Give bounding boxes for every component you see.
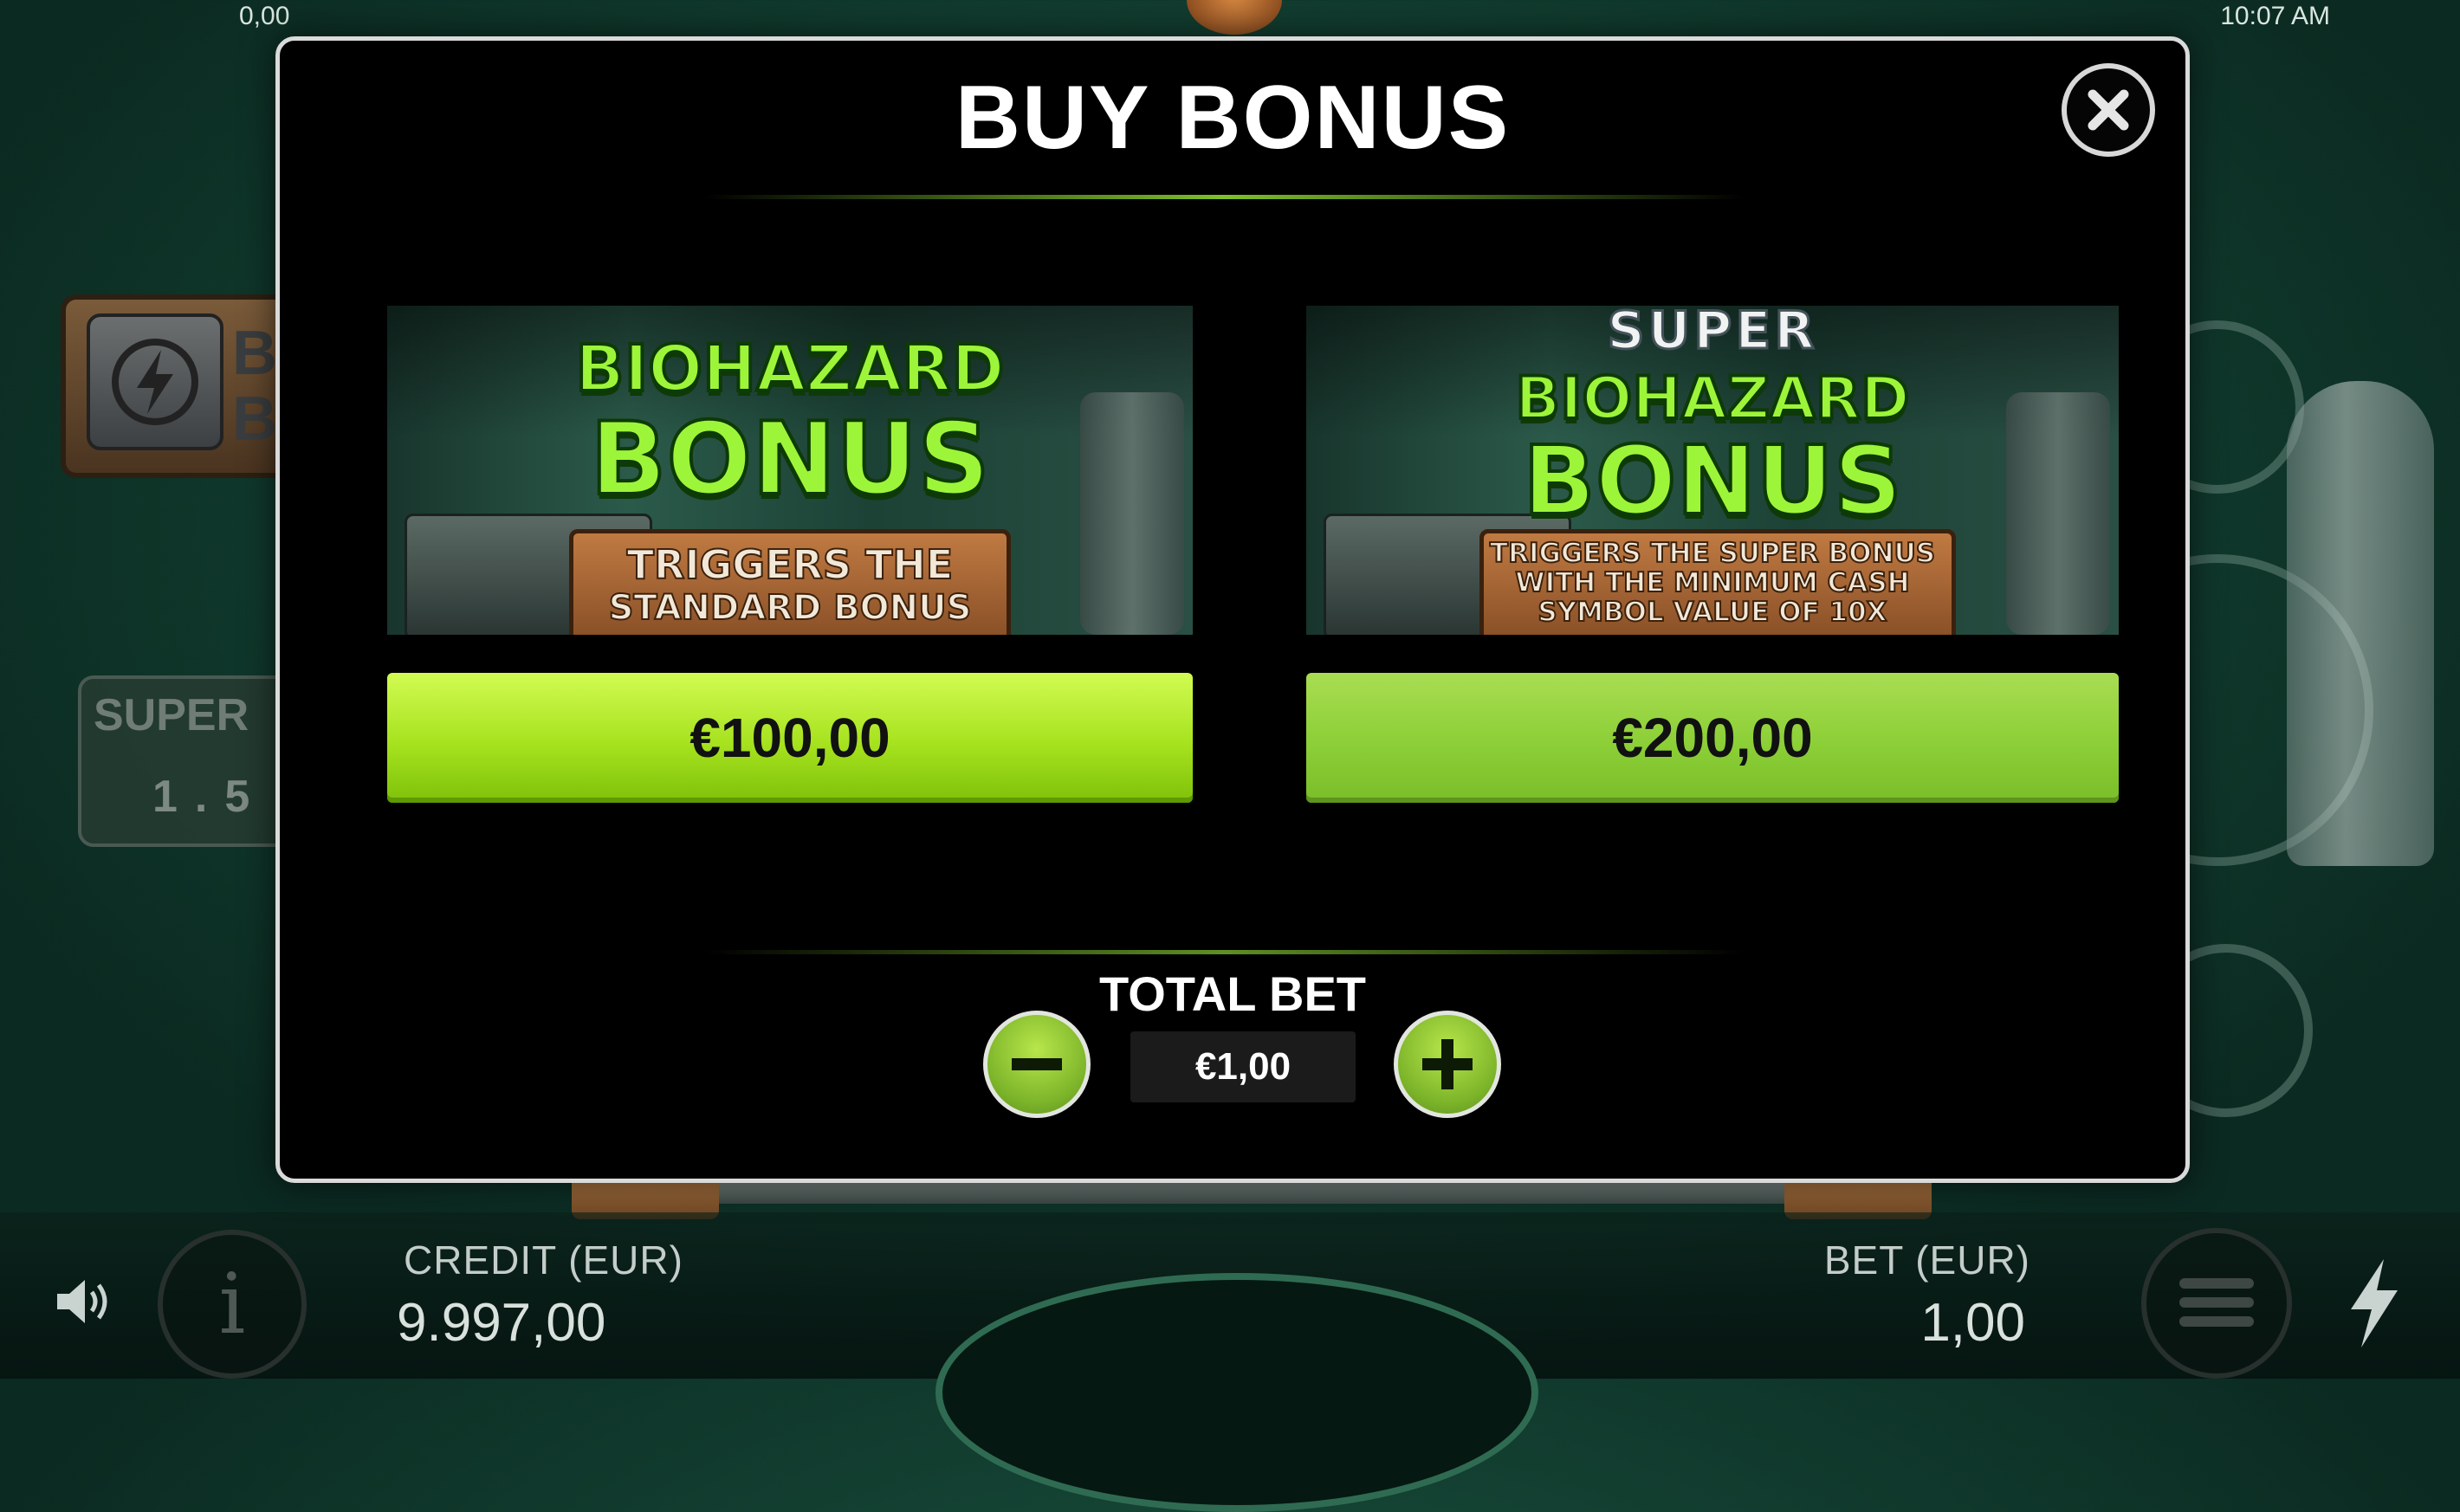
decrease-bet-button[interactable] <box>983 1011 1091 1118</box>
art-subtitle-line: TRIGGERS THE SUPER BONUS <box>1489 537 1936 570</box>
plus-icon <box>1422 1039 1473 1089</box>
increase-bet-button[interactable] <box>1394 1011 1501 1118</box>
total-bet-label: TOTAL BET <box>1099 966 1366 1021</box>
art-subtitle-line: WITH THE MINIMUM CASH <box>1514 566 1910 599</box>
total-bet-value: €1,00 <box>1130 1031 1356 1102</box>
status-win-value: 0,00 <box>239 2 290 30</box>
bonus-option-standard: BIOHAZARD BONUS TRIGGERS THE STANDARD BO… <box>387 306 1193 803</box>
credit-label: CREDIT (EUR) <box>404 1237 683 1283</box>
bg-metal-strip <box>710 1179 1784 1204</box>
top-status-bar: 0,00 10:07 AM <box>0 0 2460 35</box>
bonus-art-super: SUPER BIOHAZARD BONUS TRIGGERS THE SUPER… <box>1306 306 2119 635</box>
minus-icon <box>1012 1058 1062 1070</box>
bg-super-value: 1.5 <box>152 772 268 822</box>
buy-bonus-modal: BUY BONUS BIOHAZARD BONUS TRIGGERS THE S… <box>275 36 2190 1183</box>
buy-standard-bonus-button[interactable]: €100,00 <box>387 673 1193 803</box>
menu-bar <box>2179 1316 2254 1327</box>
art-title-biohazard: BIOHAZARD <box>1513 363 1911 435</box>
close-icon <box>2088 89 2129 131</box>
title-divider <box>704 195 1744 199</box>
bonus-option-super: SUPER BIOHAZARD BONUS TRIGGERS THE SUPER… <box>1306 306 2119 803</box>
menu-bar <box>2179 1297 2254 1308</box>
art-title-biohazard: BIOHAZARD <box>573 330 1006 408</box>
bet-label: BET (EUR) <box>1823 1237 2030 1283</box>
sound-icon[interactable] <box>52 1271 113 1332</box>
turbo-bolt-icon[interactable] <box>2339 1256 2408 1351</box>
art-title-bonus: BONUS <box>588 399 992 520</box>
art-subtitle-line: SYMBOL VALUE OF 10X <box>1537 596 1887 629</box>
bg-bolt-icon <box>87 313 223 450</box>
menu-icon[interactable] <box>2141 1228 2292 1379</box>
credit-value: 9.997,00 <box>397 1293 606 1353</box>
buy-super-bonus-button[interactable]: €200,00 <box>1306 673 2119 803</box>
modal-title: BUY BONUS <box>955 68 1511 168</box>
bg-bottle <box>2287 381 2434 866</box>
bg-floor-hole <box>935 1273 1538 1512</box>
bet-divider <box>704 950 1744 954</box>
bonus-art-standard: BIOHAZARD BONUS TRIGGERS THE STANDARD BO… <box>387 306 1193 635</box>
info-icon[interactable]: i <box>158 1230 307 1379</box>
close-button[interactable] <box>2062 63 2155 157</box>
bg-super-text: SUPER <box>94 690 249 740</box>
art-title-bonus: BONUS <box>1521 423 1904 538</box>
status-clock: 10:07 AM <box>2220 2 2330 30</box>
bet-value: 1,00 <box>1920 1293 2025 1353</box>
art-super-label: SUPER <box>1606 306 1818 363</box>
art-subtitle-line: TRIGGERS THE <box>626 540 955 589</box>
art-subtitle-line: STANDARD BONUS <box>608 587 973 629</box>
menu-bar <box>2179 1278 2254 1289</box>
